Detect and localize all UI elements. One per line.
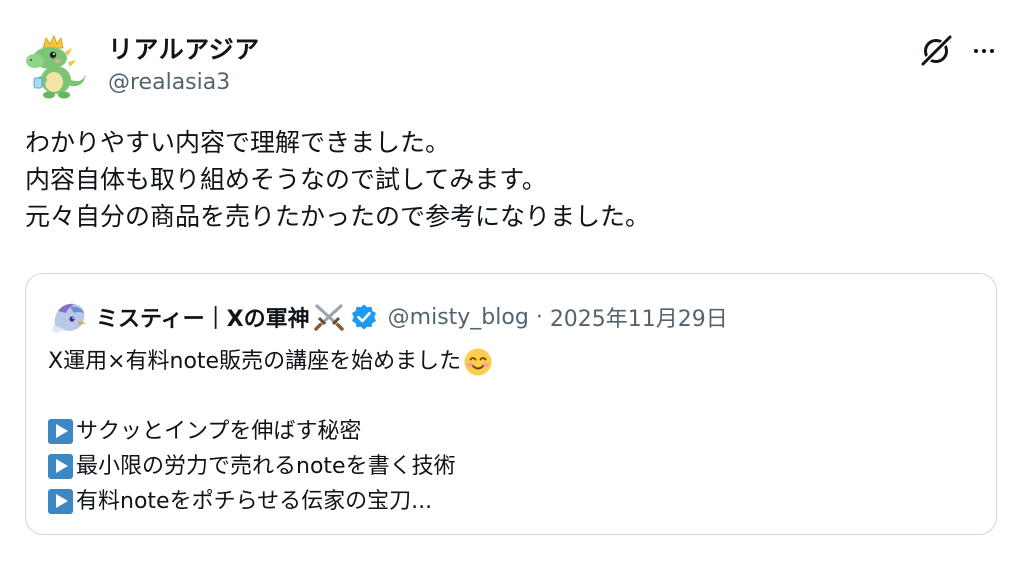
quote-tweet-card[interactable]: ミスティー｜Xの軍神 @misty_blog · 2025年11月29日 X運用… (25, 273, 997, 535)
tweet-text: わかりやすい内容で理解できました。 内容自体も取り組めそうなので試してみます。 … (25, 124, 985, 235)
quote-bullet-text: 最小限の労力で売れるnoteを書く技術 (76, 454, 456, 479)
more-dot-icon (974, 49, 978, 53)
verified-badge-icon (351, 304, 376, 330)
grok-icon[interactable] (918, 33, 954, 69)
smiling-face-icon (464, 348, 492, 375)
quote-bullet-text: サクッとインプを伸ばす秘密 (76, 419, 362, 444)
more-dot-icon (990, 49, 994, 53)
author-handle[interactable]: @realasia3 (108, 70, 230, 95)
quote-line: X運用×有料note販売の講座を始めました (48, 344, 968, 379)
author-name[interactable]: リアルアジア (108, 30, 260, 66)
play-button-icon (48, 454, 73, 479)
quote-bullet: 有料noteをポチらせる伝家の宝刀... (48, 484, 968, 519)
quote-date[interactable]: 2025年11月29日 (550, 301, 728, 333)
tweet-line: わかりやすい内容で理解できました。 (25, 128, 451, 157)
character-avatar-icon[interactable] (48, 299, 90, 335)
tweet-line: 元々自分の商品を売りたかったので参考になりました。 (25, 202, 651, 231)
quote-bullet-text: 有料noteをポチらせる伝家の宝刀... (76, 489, 433, 514)
quote-line-text: X運用×有料note販売の講座を始めました (48, 349, 462, 374)
separator-dot: · (535, 304, 543, 330)
more-dot-icon (982, 49, 986, 53)
quote-bullet: サクッとインプを伸ばす秘密 (48, 414, 968, 449)
quote-header: ミスティー｜Xの軍神 @misty_blog · 2025年11月29日 (48, 300, 728, 334)
dragon-avatar-icon[interactable] (22, 34, 90, 100)
crossed-swords-icon (313, 304, 344, 331)
quote-author-name[interactable]: ミスティー｜Xの軍神 (96, 301, 310, 333)
tweet-line: 内容自体も取り組めそうなので試してみます。 (25, 165, 547, 194)
more-button[interactable] (966, 33, 1002, 69)
play-button-icon (48, 489, 73, 514)
quote-bullet: 最小限の労力で売れるnoteを書く技術 (48, 449, 968, 484)
quote-text: X運用×有料note販売の講座を始めました サクッとインプを伸ばす秘密 最小限の… (48, 344, 968, 519)
play-button-icon (48, 419, 73, 444)
quote-author-handle[interactable]: @misty_blog (388, 305, 529, 330)
